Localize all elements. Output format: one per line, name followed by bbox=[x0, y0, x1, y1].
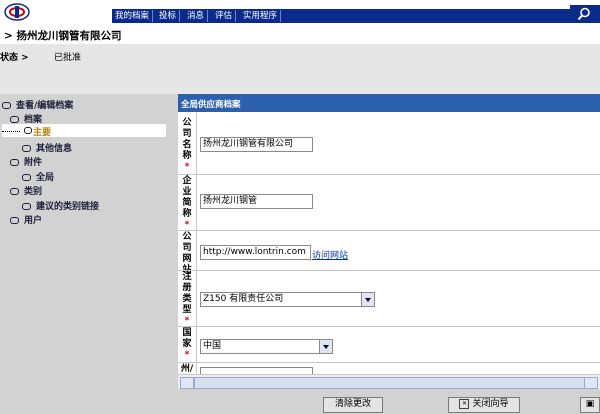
label-char: 家 bbox=[182, 339, 192, 349]
label-char: 称 bbox=[182, 209, 192, 219]
short-name-input[interactable]: 扬州龙川钢管 bbox=[200, 194, 313, 209]
bullet-icon bbox=[2, 102, 11, 109]
scroll-right-arrow-icon[interactable] bbox=[584, 377, 598, 389]
page-title: > 扬州龙川钢管有限公司 bbox=[4, 30, 122, 42]
label-char: 简 bbox=[182, 198, 192, 208]
sidebar-item-label: 附件 bbox=[24, 158, 43, 168]
label-char: 州/ bbox=[180, 364, 194, 374]
country-select[interactable]: 中国 bbox=[200, 339, 333, 354]
bullet-icon bbox=[10, 159, 19, 166]
panel-title: 全局供应商档案 bbox=[181, 100, 241, 110]
sidebar-item-label: 类别 bbox=[24, 187, 43, 197]
bullet-icon bbox=[10, 217, 19, 224]
state-input[interactable] bbox=[200, 367, 313, 374]
label-char: 类 bbox=[182, 294, 192, 304]
row-divider bbox=[178, 174, 600, 175]
clear-changes-button[interactable]: 清除更改 bbox=[323, 397, 383, 413]
row-divider bbox=[178, 362, 600, 363]
label-char: 网 bbox=[182, 254, 192, 264]
label-char: 国 bbox=[182, 328, 192, 338]
sidebar-item-suggested-category-links[interactable]: 建议的类别链接 bbox=[22, 199, 99, 212]
visit-website-link[interactable]: 访问网站 bbox=[312, 248, 348, 261]
status-value: 已批准 bbox=[54, 53, 82, 63]
sidebar-item-attachments[interactable]: 附件 bbox=[10, 155, 42, 168]
row-divider bbox=[178, 270, 600, 271]
nav-item-my-profile[interactable]: 我的档案 bbox=[112, 10, 154, 22]
label-char: 名 bbox=[182, 140, 192, 150]
company-name-label: 公 司 名 称 * bbox=[180, 118, 194, 173]
country-label: 国 家 * bbox=[180, 328, 194, 361]
chevron-down-icon bbox=[361, 293, 374, 306]
required-marker: * bbox=[184, 350, 190, 360]
label-char: 公 bbox=[182, 118, 192, 128]
registration-type-value: Z150 有限责任公司 bbox=[203, 294, 284, 304]
sidebar-item-label: 查看/编辑档案 bbox=[16, 101, 74, 111]
label-char: 司 bbox=[182, 243, 192, 253]
status-bar bbox=[0, 44, 600, 94]
column-divider bbox=[196, 112, 197, 374]
panel-header: 全局供应商档案 bbox=[178, 94, 600, 112]
registration-type-label: 注 册 类 型 * bbox=[180, 272, 194, 327]
scroll-left-arrow-icon[interactable] bbox=[180, 377, 194, 389]
bullet-icon bbox=[10, 116, 19, 123]
label-char: 称 bbox=[182, 151, 192, 161]
nav-item-bidding[interactable]: 投标 bbox=[156, 10, 181, 22]
label-char: 司 bbox=[182, 129, 192, 139]
main-nav: 我的档案 投标 消息 评估 实用程序 bbox=[112, 9, 600, 23]
button-bar: 清除更改 ✕ 关闭向导 ▣ bbox=[178, 389, 600, 414]
row-divider bbox=[178, 230, 600, 231]
bullet-icon bbox=[22, 145, 31, 152]
bullet-icon bbox=[24, 127, 32, 134]
sidebar-item-other-info[interactable]: 其他信息 bbox=[22, 141, 72, 154]
nav-item-evaluation[interactable]: 评估 bbox=[212, 10, 237, 22]
state-label: 州/ bbox=[180, 364, 194, 374]
sidebar-item-main-selected[interactable]: 主要 bbox=[2, 124, 166, 138]
chevron-down-icon bbox=[319, 340, 332, 353]
sidebar-item-label: 建议的类别链接 bbox=[36, 202, 100, 212]
label-char: 业 bbox=[182, 187, 192, 197]
label-char: 公 bbox=[182, 232, 192, 242]
save-button[interactable]: ▣ bbox=[580, 397, 600, 413]
horizontal-scrollbar[interactable] bbox=[178, 374, 600, 389]
nav-item-utilities[interactable]: 实用程序 bbox=[240, 10, 282, 22]
bullet-icon bbox=[22, 174, 31, 181]
save-icon: ▣ bbox=[585, 399, 595, 409]
country-value: 中国 bbox=[203, 341, 222, 351]
sidebar-item-label: 用户 bbox=[24, 216, 43, 226]
bullet-icon bbox=[22, 203, 31, 210]
sidebar-item-view-edit-profile[interactable]: 查看/编辑档案 bbox=[2, 98, 73, 111]
sidebar-item-categories[interactable]: 类别 bbox=[10, 184, 42, 197]
short-name-label: 企 业 简 称 * bbox=[180, 176, 194, 231]
label-char: 注 bbox=[182, 272, 192, 282]
company-name-input[interactable]: 扬州龙川钢管有限公司 bbox=[200, 137, 313, 152]
label-char: 册 bbox=[182, 283, 192, 293]
sidebar-item-users[interactable]: 用户 bbox=[10, 213, 42, 226]
close-wizard-button[interactable]: ✕ 关闭向导 bbox=[448, 397, 520, 413]
row-divider bbox=[178, 326, 600, 327]
supplier-profile-form: 公 司 名 称 * 扬州龙川钢管有限公司 企 业 简 称 * 扬州龙川钢管 公 … bbox=[178, 112, 600, 374]
search-icon bbox=[577, 7, 590, 21]
required-marker: * bbox=[184, 162, 190, 172]
tree-connector bbox=[2, 131, 20, 132]
sidebar-item-label: 其他信息 bbox=[36, 144, 73, 154]
search-button[interactable] bbox=[570, 5, 600, 23]
website-input[interactable]: http://www.lontrin.com bbox=[200, 245, 311, 260]
sidebar-item-label: 全局 bbox=[36, 173, 55, 183]
scroll-thumb[interactable] bbox=[194, 377, 591, 389]
label-char: 企 bbox=[182, 176, 192, 186]
registration-type-select[interactable]: Z150 有限责任公司 bbox=[200, 292, 375, 307]
label-char: 型 bbox=[182, 305, 192, 315]
close-wizard-label: 关闭向导 bbox=[472, 399, 509, 409]
nav-item-messages[interactable]: 消息 bbox=[184, 10, 209, 22]
company-logo bbox=[4, 3, 30, 21]
bullet-icon bbox=[10, 188, 19, 195]
close-icon: ✕ bbox=[459, 398, 470, 409]
sidebar-item-label: 主要 bbox=[33, 128, 52, 138]
sidebar-item-global[interactable]: 全局 bbox=[22, 170, 54, 183]
top-bar: 我的档案 投标 消息 评估 实用程序 bbox=[0, 0, 600, 24]
status-label: 状态 > bbox=[0, 53, 29, 63]
sidebar-item-label: 档案 bbox=[24, 115, 43, 125]
sidebar-item-profile[interactable]: 档案 bbox=[10, 112, 42, 125]
